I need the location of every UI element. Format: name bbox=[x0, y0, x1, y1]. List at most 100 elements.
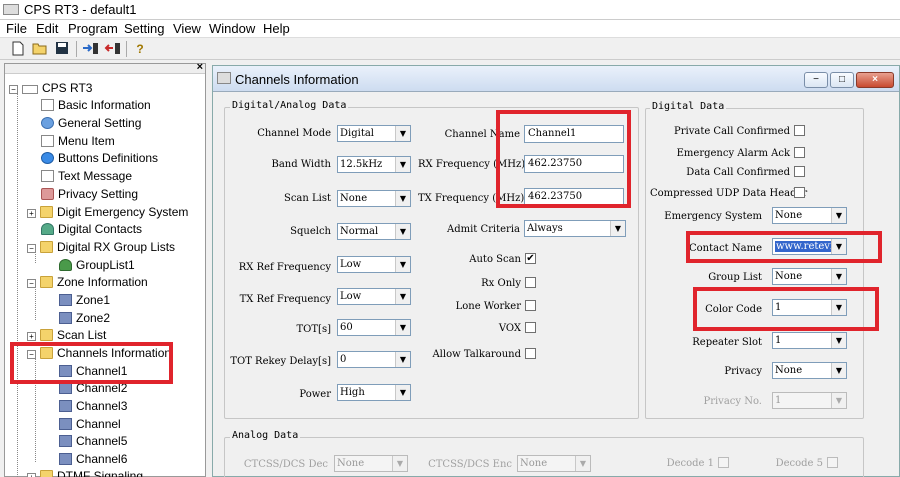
new-file-icon[interactable] bbox=[10, 41, 26, 57]
privacy-select[interactable]: None ▼ bbox=[772, 362, 847, 379]
select-value: Low bbox=[340, 259, 362, 270]
chevron-down-icon: ▼ bbox=[831, 208, 846, 223]
tree-item-general-setting[interactable]: General Setting bbox=[41, 115, 141, 132]
select-value: None bbox=[775, 271, 803, 282]
chevron-down-icon: ▼ bbox=[395, 224, 410, 239]
rx-only-checkbox[interactable] bbox=[525, 277, 536, 288]
tree-item-dtmf-signaling[interactable]: + DTMF Signaling bbox=[27, 468, 143, 477]
ctcss-dcs-enc-select[interactable]: None ▼ bbox=[517, 455, 591, 472]
tx-ref-frequency-label: TX Ref Frequency bbox=[239, 294, 331, 305]
lone-worker-checkbox[interactable] bbox=[525, 300, 536, 311]
band-width-select[interactable]: 12.5kHz ▼ bbox=[337, 156, 411, 173]
band-width-label: Band Width bbox=[271, 159, 332, 170]
save-icon[interactable] bbox=[54, 41, 70, 57]
tot-rekey-delay-select[interactable]: 0 ▼ bbox=[337, 351, 411, 368]
menu-edit[interactable]: Edit bbox=[36, 21, 58, 36]
tree-item-buttons-definitions[interactable]: Buttons Definitions bbox=[41, 150, 158, 167]
tree-item-menu-item[interactable]: Menu Item bbox=[41, 133, 115, 150]
collapse-icon[interactable]: − bbox=[27, 244, 36, 253]
menu-window[interactable]: Window bbox=[209, 21, 255, 36]
tree-item-basic-information[interactable]: Basic Information bbox=[41, 97, 151, 114]
privacy-label: Privacy bbox=[724, 366, 762, 377]
tree-item-digit-emergency-system[interactable]: + Digit Emergency System bbox=[27, 204, 188, 221]
tree-item-text-message[interactable]: Text Message bbox=[41, 168, 132, 185]
admit-criteria-select[interactable]: Always ▼ bbox=[524, 220, 626, 237]
expand-icon[interactable]: + bbox=[27, 209, 36, 218]
privacy-no-select[interactable]: 1 ▼ bbox=[772, 392, 847, 409]
tree-item-channel5[interactable]: Channel5 bbox=[59, 433, 127, 450]
tree-item-channel3[interactable]: Channel3 bbox=[59, 398, 127, 415]
tree-label: Menu Item bbox=[58, 134, 115, 148]
tree-item-zone1[interactable]: Zone1 bbox=[59, 292, 110, 309]
read-radio-icon[interactable] bbox=[82, 41, 100, 57]
help-icon[interactable]: ? bbox=[132, 41, 148, 57]
write-radio-icon[interactable] bbox=[104, 41, 122, 57]
minimize-button[interactable]: − bbox=[804, 72, 828, 88]
private-call-confirmed-checkbox[interactable] bbox=[794, 125, 805, 136]
close-icon[interactable]: × bbox=[197, 61, 203, 73]
admit-criteria-label: Admit Criteria bbox=[446, 224, 520, 235]
tree-item-channel[interactable]: Channel bbox=[59, 416, 121, 433]
emergency-alarm-ack-checkbox[interactable] bbox=[794, 147, 805, 158]
chevron-down-icon: ▼ bbox=[395, 385, 410, 400]
rx-ref-frequency-label: RX Ref Frequency bbox=[238, 262, 331, 273]
select-value: Digital bbox=[340, 128, 374, 139]
folder-icon bbox=[40, 329, 53, 341]
squelch-select[interactable]: Normal ▼ bbox=[337, 223, 411, 240]
emergency-system-select[interactable]: None ▼ bbox=[772, 207, 847, 224]
compressed-udp-checkbox[interactable] bbox=[794, 187, 805, 198]
rx-ref-frequency-select[interactable]: Low ▼ bbox=[337, 256, 411, 273]
highlight-name-frequency bbox=[496, 110, 631, 208]
expand-icon[interactable]: + bbox=[27, 473, 36, 477]
toolbar: ? bbox=[0, 38, 900, 60]
close-button[interactable]: × bbox=[856, 72, 894, 88]
repeater-slot-select[interactable]: 1 ▼ bbox=[772, 332, 847, 349]
select-value: Low bbox=[340, 291, 362, 302]
tot-label: TOT[s] bbox=[296, 324, 331, 335]
menu-setting[interactable]: Setting bbox=[124, 21, 164, 36]
highlight-color-code bbox=[693, 287, 879, 331]
tree-item-digital-contacts[interactable]: Digital Contacts bbox=[41, 221, 142, 238]
vox-checkbox[interactable] bbox=[525, 322, 536, 333]
tree-item-channel6[interactable]: Channel6 bbox=[59, 451, 127, 468]
menu-help[interactable]: Help bbox=[263, 21, 290, 36]
tree-label: Privacy Setting bbox=[58, 187, 139, 201]
open-folder-icon[interactable] bbox=[32, 41, 48, 57]
tree-item-digital-rx-group-lists[interactable]: − Digital RX Group Lists bbox=[27, 239, 175, 256]
menu-view[interactable]: View bbox=[173, 21, 201, 36]
tx-ref-frequency-select[interactable]: Low ▼ bbox=[337, 288, 411, 305]
allow-talkaround-checkbox[interactable] bbox=[525, 348, 536, 359]
tree-item-grouplist1[interactable]: GroupList1 bbox=[59, 257, 135, 274]
decode-1-checkbox[interactable] bbox=[718, 457, 729, 468]
tree-item-zone-information[interactable]: − Zone Information bbox=[27, 274, 148, 291]
power-select[interactable]: High ▼ bbox=[337, 384, 411, 401]
folder-icon bbox=[40, 241, 53, 253]
tot-select[interactable]: 60 ▼ bbox=[337, 319, 411, 336]
select-value: 12.5kHz bbox=[340, 159, 383, 170]
window-title: CPS RT3 - default1 bbox=[24, 2, 137, 17]
lone-worker-label: Lone Worker bbox=[455, 301, 521, 312]
auto-scan-checkbox[interactable]: ✔ bbox=[525, 253, 536, 264]
group-list-select[interactable]: None ▼ bbox=[772, 268, 847, 285]
expand-icon[interactable]: + bbox=[27, 332, 36, 341]
tree-root[interactable]: − CPS RT3 bbox=[9, 80, 92, 97]
collapse-icon[interactable]: − bbox=[27, 279, 36, 288]
channel-icon bbox=[59, 400, 72, 412]
private-call-confirmed-label: Private Call Confirmed bbox=[674, 126, 790, 137]
menu-file[interactable]: File bbox=[6, 21, 27, 36]
select-value: None bbox=[340, 193, 368, 204]
collapse-icon[interactable]: − bbox=[9, 85, 18, 94]
tree-label: Zone1 bbox=[76, 293, 111, 307]
tree-item-zone2[interactable]: Zone2 bbox=[59, 310, 110, 327]
decode-5-checkbox[interactable] bbox=[827, 457, 838, 468]
menu-program[interactable]: Program bbox=[68, 21, 118, 36]
maximize-button[interactable]: □ bbox=[830, 72, 854, 88]
scan-list-select[interactable]: None ▼ bbox=[337, 190, 411, 207]
ctcss-dcs-dec-select[interactable]: None ▼ bbox=[334, 455, 408, 472]
data-call-confirmed-checkbox[interactable] bbox=[794, 166, 805, 177]
channel-mode-select[interactable]: Digital ▼ bbox=[337, 125, 411, 142]
tree-label: Buttons Definitions bbox=[58, 151, 159, 165]
tree-item-privacy-setting[interactable]: Privacy Setting bbox=[41, 186, 138, 203]
tree-label: Digit Emergency System bbox=[57, 205, 189, 219]
data-call-confirmed-label: Data Call Confirmed bbox=[686, 167, 790, 178]
